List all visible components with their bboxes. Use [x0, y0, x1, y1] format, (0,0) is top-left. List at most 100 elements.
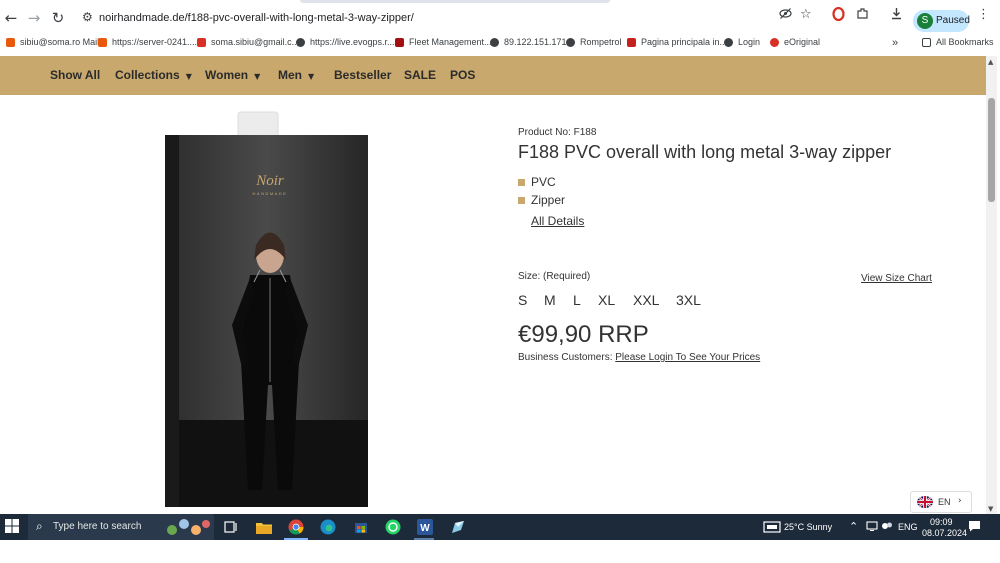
- bookmark-item[interactable]: 89.122.151.171: [490, 37, 567, 47]
- reload-icon[interactable]: ↻: [47, 7, 69, 29]
- all-bookmarks-label: All Bookmarks: [936, 37, 994, 47]
- file-explorer-icon[interactable]: [255, 518, 273, 536]
- bullet-square-icon: [518, 196, 525, 204]
- nav-sale[interactable]: SALE: [404, 68, 436, 82]
- weather-text[interactable]: 25°C Sunny: [784, 522, 832, 532]
- bookmark-label: https://live.evogps.r...: [310, 37, 395, 47]
- edge-icon[interactable]: [319, 518, 337, 536]
- clock-time[interactable]: 09:09: [930, 517, 953, 527]
- nav-women[interactable]: Women ▼: [205, 68, 260, 82]
- feature-label: Zipper: [531, 193, 566, 207]
- site-nav: Show All Collections ▼ Women ▼ Men ▼ Bestse…: [0, 56, 986, 95]
- bookmark-item[interactable]: sibiu@soma.ro Mail: [6, 37, 99, 47]
- product-title: F188 PVC overall with long metal 3-way z…: [518, 142, 892, 162]
- scrollbar-thumb[interactable]: [988, 98, 995, 202]
- nav-label: Bestseller: [334, 68, 392, 82]
- forward-icon[interactable]: →: [23, 7, 45, 29]
- opera-extension-icon[interactable]: [832, 6, 845, 25]
- avatar: S: [917, 13, 933, 29]
- clock-date[interactable]: 08.07.2024: [922, 528, 967, 538]
- size-option-xxl[interactable]: XXL: [633, 292, 659, 308]
- globe-icon: [566, 37, 575, 47]
- input-language[interactable]: ENG: [898, 522, 918, 532]
- bookmark-item[interactable]: Fleet Management...: [395, 37, 492, 47]
- chrome-icon[interactable]: [287, 518, 305, 536]
- business-prefix: Business Customers:: [518, 352, 616, 363]
- address-bar[interactable]: ⚙ noirhandmade.de/f188-pvc-overall-with-…: [76, 6, 826, 32]
- product-price: €99,90 RRP: [518, 321, 649, 348]
- profile-status: Paused: [936, 15, 970, 26]
- size-option-s[interactable]: S: [518, 292, 527, 308]
- messenger-app-icon[interactable]: [449, 518, 467, 536]
- bookmark-item[interactable]: Login: [724, 37, 760, 47]
- nav-pos[interactable]: POS: [450, 68, 475, 82]
- bookmark-label: 89.122.151.171: [504, 37, 567, 47]
- profile-button[interactable]: S Paused: [913, 10, 970, 32]
- size-option-l[interactable]: L: [573, 292, 581, 308]
- more-bookmarks-button[interactable]: »: [892, 37, 898, 49]
- taskbar-search[interactable]: ⌕ Type here to search: [28, 514, 214, 540]
- bookmark-label: Fleet Management...: [409, 37, 492, 47]
- product-image[interactable]: Noir HANDMADE: [150, 110, 380, 510]
- nav-label: Collections: [115, 68, 180, 82]
- download-icon[interactable]: [890, 7, 903, 24]
- whatsapp-icon[interactable]: [384, 518, 402, 536]
- box-brand-logo: Noir: [255, 173, 284, 189]
- chevron-right-icon: ›: [958, 496, 962, 506]
- language-switcher[interactable]: EN ›: [910, 491, 972, 513]
- size-option-m[interactable]: M: [544, 292, 556, 308]
- meet-now-icon[interactable]: [881, 521, 893, 533]
- url-text[interactable]: noirhandmade.de/f188-pvc-overall-with-lo…: [99, 12, 414, 24]
- task-view-icon[interactable]: [222, 518, 240, 536]
- login-for-prices-link[interactable]: Please Login To See Your Prices: [615, 352, 760, 363]
- shield-icon: [395, 37, 404, 47]
- network-icon[interactable]: [866, 521, 878, 533]
- notifications-icon[interactable]: [968, 520, 981, 534]
- nav-label: SALE: [404, 68, 437, 82]
- bookmark-item[interactable]: https://live.evogps.r...: [296, 37, 395, 47]
- bookmark-item[interactable]: soma.sibiu@gmail.c...: [197, 37, 299, 47]
- nav-label: Women: [205, 68, 249, 82]
- bookmark-item[interactable]: Pagina principala in...: [627, 37, 727, 47]
- nav-collections[interactable]: Collections ▼: [115, 68, 192, 82]
- svg-text:W: W: [420, 523, 430, 534]
- all-bookmarks-button[interactable]: All Bookmarks: [922, 37, 994, 47]
- windows-start-icon[interactable]: [5, 519, 19, 533]
- scroll-up-icon[interactable]: ▲: [988, 58, 993, 66]
- back-icon[interactable]: ←: [0, 7, 22, 29]
- nav-bestseller[interactable]: Bestseller: [334, 68, 391, 82]
- nav-men[interactable]: Men ▼: [278, 68, 314, 82]
- bookmark-label: https://server-0241....: [112, 37, 198, 47]
- size-option-xl[interactable]: XL: [598, 292, 615, 308]
- store-icon[interactable]: [352, 518, 370, 536]
- bookmark-item[interactable]: eOriginal: [770, 37, 820, 47]
- view-size-chart-link[interactable]: View Size Chart: [861, 273, 932, 284]
- bookmark-item[interactable]: Rompetrol: [566, 37, 622, 47]
- bookmark-item[interactable]: https://server-0241....: [98, 37, 197, 47]
- globe-icon: [724, 37, 733, 47]
- extensions-icon[interactable]: [856, 7, 869, 24]
- nav-show-all[interactable]: Show All: [50, 68, 100, 82]
- windows-taskbar: ⌕ Type here to search W 25°C Sunny ⌃ ENG…: [0, 514, 1000, 540]
- word-icon[interactable]: W: [416, 518, 434, 536]
- folder-icon: [922, 37, 931, 47]
- menu-kebab-icon[interactable]: ⋮: [977, 7, 990, 22]
- chevron-down-icon: ▼: [185, 72, 192, 81]
- page-scrollbar[interactable]: ▲ ▼: [986, 56, 997, 514]
- all-details-link[interactable]: All Details: [531, 214, 584, 228]
- star-icon[interactable]: ☆: [800, 7, 812, 22]
- search-highlight-icon: [167, 519, 210, 535]
- globe-icon: [490, 37, 499, 47]
- feature-item: Zipper: [518, 193, 565, 207]
- globe-icon: [296, 37, 305, 47]
- site-info-icon[interactable]: ⚙: [82, 10, 93, 24]
- tray-overflow-icon[interactable]: ⌃: [849, 520, 858, 533]
- gmail-icon: [197, 37, 206, 47]
- size-option-3xl[interactable]: 3XL: [676, 292, 701, 308]
- scroll-down-icon[interactable]: ▼: [988, 505, 993, 513]
- eye-off-icon[interactable]: [779, 7, 792, 24]
- bookmark-label: Pagina principala in...: [641, 37, 728, 47]
- bookmark-label: sibiu@soma.ro Mail: [20, 37, 100, 47]
- bookmark-favicon-icon: [770, 37, 779, 47]
- weather-icon[interactable]: [762, 518, 782, 536]
